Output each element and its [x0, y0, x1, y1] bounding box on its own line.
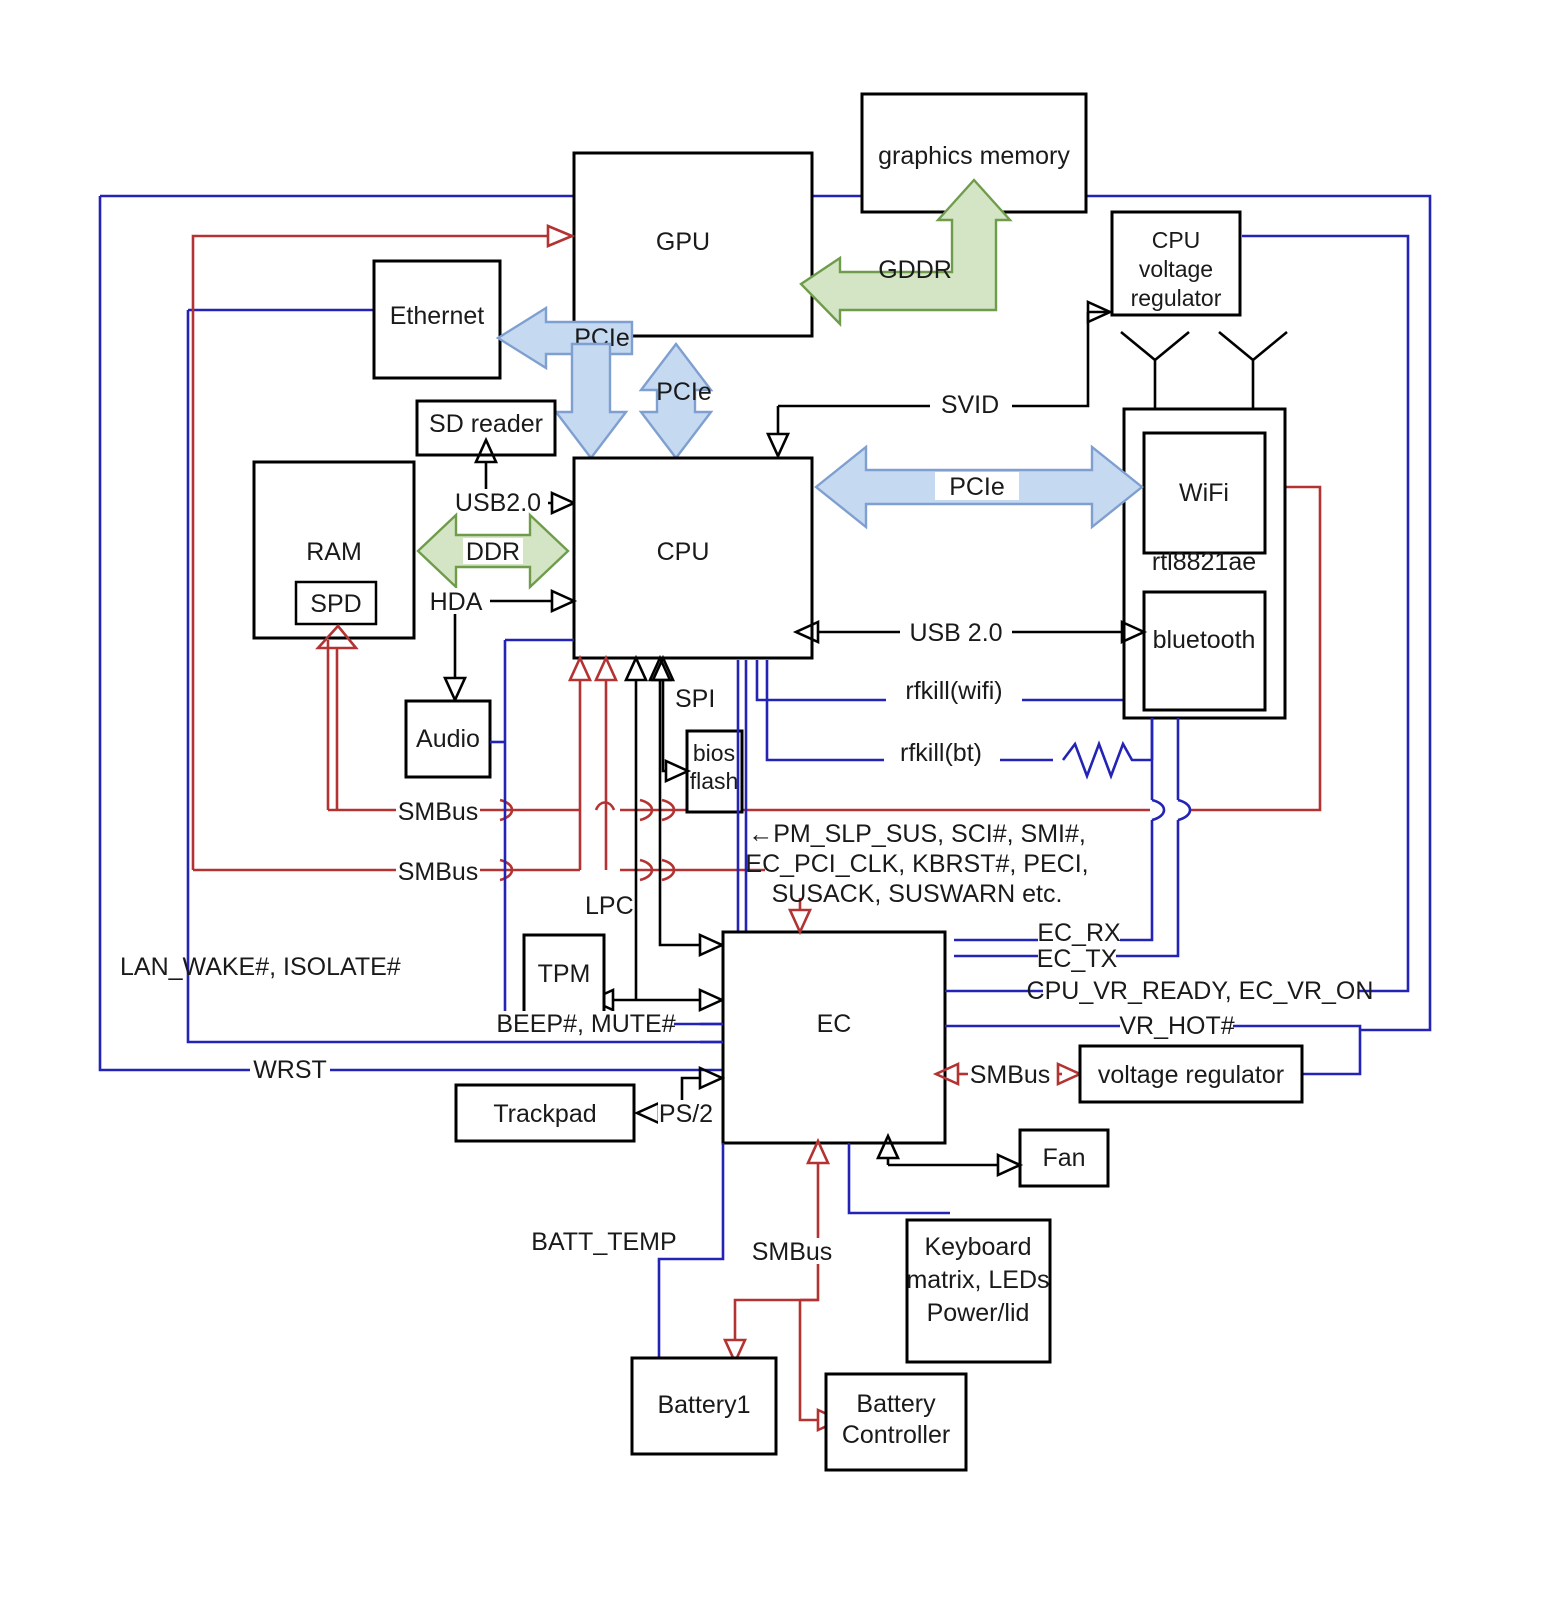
- arrowhead-gpu-smbus: [546, 224, 576, 248]
- label-batt-temp: BATT_TEMP: [531, 1228, 676, 1256]
- arrowhead-smbus-cpu-a: [567, 654, 593, 682]
- wire-wrst-left: [98, 196, 250, 1072]
- label-hda: HDA: [430, 588, 483, 616]
- label-keyboard-line2: matrix, LEDs: [906, 1266, 1049, 1294]
- label-ram: RAM: [306, 538, 362, 566]
- bus-arrow-pcie-down: [553, 342, 629, 460]
- label-spi: SPI: [675, 685, 715, 713]
- label-ec-rx: EC_RX: [1037, 919, 1121, 947]
- arrowhead-smbus-cpu-b: [593, 654, 619, 682]
- label-gpu: GPU: [656, 228, 710, 256]
- label-usb20-bt: USB 2.0: [909, 619, 1002, 647]
- label-trackpad: Trackpad: [493, 1100, 596, 1128]
- label-ec-signals-2: EC_PCI_CLK, KBRST#, PECI,: [745, 850, 1088, 878]
- label-beep-mute: BEEP#, MUTE#: [496, 1010, 675, 1038]
- label-ddr: DDR: [466, 538, 520, 566]
- jumper-blue-a: [1151, 798, 1166, 822]
- label-cpu: CPU: [657, 538, 710, 566]
- antenna-icon-right: [1218, 330, 1288, 409]
- label-ec-signals-3: SUSACK, SUSWARN etc.: [772, 880, 1063, 908]
- label-smbus-batt: SMBus: [752, 1238, 833, 1266]
- label-sd-reader: SD reader: [429, 410, 543, 438]
- block-diagram-canvas: graphics memory GPU GDDR CPU voltage reg…: [0, 0, 1566, 1600]
- label-ec-signals-1: ←PM_SLP_SUS, SCI#, SMI#,: [748, 820, 1086, 848]
- label-cpu-vr-line2: voltage: [1139, 256, 1213, 282]
- label-rfkill-wifi: rfkill(wifi): [905, 677, 1002, 705]
- wire-keyboard-ec: [847, 1143, 950, 1215]
- label-fan: Fan: [1042, 1144, 1085, 1172]
- resistor-icon-rfkill-bt: [1061, 740, 1152, 780]
- label-wifi: WiFi: [1179, 479, 1229, 507]
- label-audio: Audio: [416, 725, 480, 753]
- label-battery-controller-line2: Controller: [842, 1421, 950, 1449]
- label-svid-text: SVID: [941, 391, 999, 419]
- label-smbus-vr: SMBus: [970, 1061, 1051, 1089]
- label-rfkill-bt: rfkill(bt): [900, 739, 982, 767]
- label-spd: SPD: [310, 590, 361, 618]
- antenna-icon-left: [1120, 330, 1190, 409]
- label-smbus-1: SMBus: [398, 798, 479, 826]
- label-gddr: GDDR: [878, 256, 952, 284]
- label-bios-flash-line2: flash: [690, 768, 739, 794]
- arrowhead-lpc-cpu: [623, 654, 649, 682]
- label-ec: EC: [817, 1010, 852, 1038]
- arrowhead-ec-signals: [787, 908, 813, 936]
- jumper-blue-b: [1177, 798, 1192, 822]
- label-smbus-2: SMBus: [398, 858, 479, 886]
- wire-svid-run: [778, 312, 1090, 408]
- label-lpc: LPC: [585, 892, 634, 920]
- block-diagram-svg: graphics memory GPU GDDR CPU voltage reg…: [98, 92, 1432, 1472]
- label-pcie-gpu: PCIe: [656, 378, 712, 406]
- label-pcie-wifi: PCIe: [949, 473, 1005, 501]
- label-bluetooth: bluetooth: [1153, 626, 1256, 654]
- wire-spi: [661, 680, 666, 773]
- label-keyboard-line3: Power/lid: [927, 1299, 1030, 1327]
- arrowhead-svid-cpu: [765, 432, 791, 460]
- label-keyboard-line1: Keyboard: [924, 1233, 1031, 1261]
- label-rtl8821ae: rtl8821ae: [1152, 548, 1256, 576]
- arrowhead-lpc-ec1: [698, 932, 726, 958]
- label-wrst: WRST: [253, 1056, 327, 1084]
- label-ps2: PS/2: [659, 1100, 713, 1128]
- label-cpu-vr-line1: CPU: [1152, 227, 1201, 253]
- arrowhead-hda-audio: [442, 676, 468, 704]
- label-usb20-sd: USB2.0: [455, 489, 541, 517]
- label-bios-flash-line1: bios: [693, 740, 735, 766]
- label-graphics-memory: graphics memory: [878, 142, 1070, 170]
- arrowhead-fan: [996, 1152, 1024, 1178]
- label-lan-wake: LAN_WAKE#, ISOLATE#: [120, 953, 401, 981]
- wire-wrst-right: [330, 1060, 725, 1072]
- label-cpu-vr-line3: regulator: [1131, 285, 1222, 311]
- arrowhead-hda-cpu: [550, 588, 578, 614]
- wire-smbus-battctl: [798, 1300, 818, 1422]
- label-tpm: TPM: [538, 960, 591, 988]
- label-battery-controller-line1: Battery: [856, 1390, 936, 1418]
- label-vr-hot: VR_HOT#: [1119, 1012, 1234, 1040]
- arrowhead-spi-flash: [664, 758, 692, 784]
- arrowhead-ps2-trackpad: [633, 1100, 661, 1126]
- label-ec-tx: EC_TX: [1037, 945, 1118, 973]
- label-voltage-regulator: voltage regulator: [1098, 1061, 1284, 1089]
- label-ethernet: Ethernet: [390, 302, 485, 330]
- label-cpu-vr-ready: CPU_VR_READY, EC_VR_ON: [1027, 977, 1374, 1005]
- arrowhead-lpc-ec2: [698, 987, 726, 1013]
- arrowhead-usb20-cpu: [550, 490, 578, 516]
- label-battery1: Battery1: [657, 1391, 750, 1419]
